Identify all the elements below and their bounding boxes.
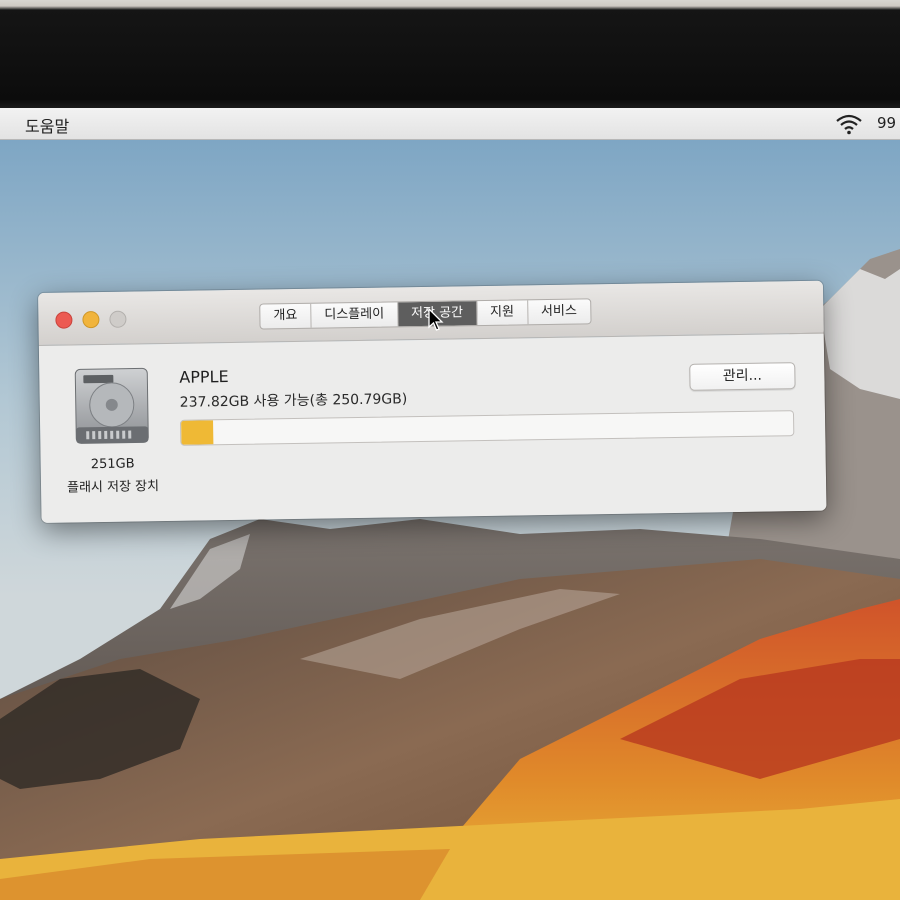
close-button[interactable]	[55, 311, 73, 329]
storage-used-segment	[181, 420, 214, 445]
zoom-button	[109, 310, 127, 328]
help-menu[interactable]: 도움말	[25, 113, 69, 137]
menu-bar: 도움말 99	[0, 108, 900, 140]
hard-drive-icon	[74, 367, 149, 444]
disk-type: 플래시 저장 장치	[66, 479, 160, 496]
minimize-button[interactable]	[82, 311, 100, 329]
tab-bar: 개요 디스플레이 저장 공간 지원 서비스	[259, 298, 592, 330]
battery-percentage[interactable]: 99	[877, 114, 896, 132]
screen: 도움말 99 개요 디스플레이 저장 공간 지원 서비스 251GB 플래시 저…	[0, 108, 900, 900]
storage-panel: 251GB 플래시 저장 장치 APPLE 237.82GB 사용 가능(총 2…	[38, 333, 827, 523]
monitor-bezel	[0, 0, 900, 108]
tab-service[interactable]: 서비스	[528, 299, 590, 324]
wifi-icon[interactable]	[835, 113, 863, 135]
tab-displays[interactable]: 디스플레이	[311, 302, 399, 328]
volume-name: APPLE	[179, 367, 229, 387]
manage-button[interactable]: 관리...	[689, 362, 796, 391]
storage-usage-bar	[180, 410, 795, 446]
tab-support[interactable]: 지원	[476, 300, 529, 326]
volume-availability: 237.82GB 사용 가능(총 250.79GB)	[179, 391, 408, 411]
tab-overview[interactable]: 개요	[260, 303, 312, 329]
disk-capacity: 251GB	[90, 456, 135, 473]
mouse-pointer-icon	[428, 308, 444, 331]
